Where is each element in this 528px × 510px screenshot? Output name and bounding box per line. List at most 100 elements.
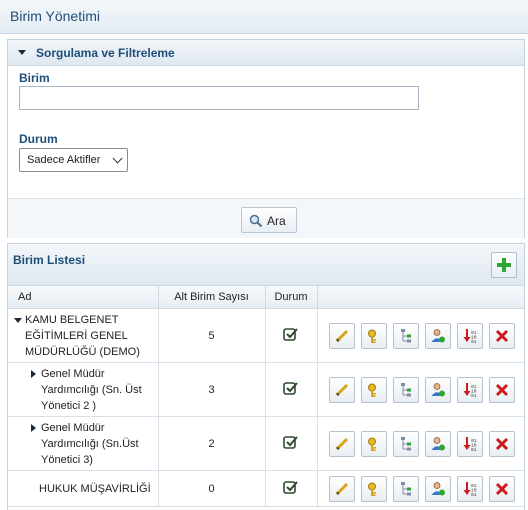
search-button[interactable]: Ara	[241, 207, 297, 233]
filter-panel: Sorgulama ve Filtreleme Birim Durum Sade…	[7, 39, 525, 238]
chevron-down-icon	[112, 153, 123, 164]
key-button[interactable]	[360, 475, 387, 502]
binary-export-button[interactable]: 01 10 01	[456, 376, 483, 403]
table-row[interactable]: KAMU BELGENET EĞİTİMLERİ GENEL MÜDÜRLÜĞÜ…	[8, 308, 524, 363]
delete-icon	[494, 436, 510, 452]
org-chart-icon	[398, 436, 414, 452]
edit-button[interactable]	[328, 430, 355, 457]
unit-name-cell: Genel Müdür Yardımcılığı (Sn.Üst Yönetic…	[8, 416, 159, 471]
expand-triangle-icon[interactable]	[31, 423, 36, 432]
search-button-label: Ara	[267, 214, 286, 228]
list-title: Birim Listesi	[13, 253, 86, 267]
list-panel: Birim Listesi Ad Alt Birim Sayısı Durum …	[7, 243, 525, 510]
key-button[interactable]	[360, 376, 387, 403]
birim-input[interactable]	[19, 86, 419, 110]
binary-export-button[interactable]: 01 10 01	[456, 430, 483, 457]
unit-name-cell: KAMU BELGENET EĞİTİMLERİ GENEL MÜDÜRLÜĞÜ…	[8, 308, 159, 363]
table-row[interactable]: HUKUK MÜŞAVİRLİĞİ 0 01 10 01	[8, 470, 524, 507]
collapse-triangle-icon[interactable]	[18, 50, 26, 55]
table-header-row: Ad Alt Birim Sayısı Durum	[8, 286, 524, 309]
org-chart-button[interactable]	[392, 322, 419, 349]
key-icon	[366, 382, 382, 398]
durum-select[interactable]: Sadece Aktifler	[19, 148, 128, 172]
user-assign-button[interactable]	[424, 376, 451, 403]
edit-icon	[334, 328, 350, 344]
edit-button[interactable]	[328, 376, 355, 403]
edit-button[interactable]	[328, 322, 355, 349]
org-chart-icon	[398, 481, 414, 497]
birim-label: Birim	[19, 71, 50, 85]
filter-panel-title: Sorgulama ve Filtreleme	[36, 46, 175, 60]
column-header-name[interactable]: Ad	[8, 286, 159, 309]
unit-name: Genel Müdür Yardımcılığı (Sn. Üst Yöneti…	[41, 367, 142, 412]
user-assign-button[interactable]	[424, 475, 451, 502]
actions-cell: 01 10 01	[317, 308, 524, 363]
column-header-actions	[317, 286, 524, 309]
expand-triangle-icon[interactable]	[31, 369, 36, 378]
binary-export-icon: 01 10 01	[462, 481, 478, 497]
unit-name: HUKUK MÜŞAVİRLİĞİ	[39, 482, 151, 495]
org-chart-button[interactable]	[392, 430, 419, 457]
expand-triangle-icon[interactable]	[14, 317, 22, 323]
table-row[interactable]: Genel Müdür Yardımcılığı (Sn. Üst Yöneti…	[8, 362, 524, 417]
user-assign-icon	[430, 481, 446, 497]
filter-panel-header[interactable]: Sorgulama ve Filtreleme	[8, 40, 524, 66]
delete-icon	[494, 382, 510, 398]
durum-label: Durum	[19, 132, 58, 146]
column-header-status[interactable]: Durum	[265, 286, 318, 309]
key-icon	[366, 481, 382, 497]
binary-export-icon: 01 10 01	[462, 436, 478, 452]
delete-button[interactable]	[488, 322, 515, 349]
unit-table: Ad Alt Birim Sayısı Durum KAMU BELGENET …	[8, 286, 524, 507]
svg-text:01: 01	[471, 393, 477, 398]
user-assign-button[interactable]	[424, 430, 451, 457]
key-button[interactable]	[360, 430, 387, 457]
sub-unit-count: 3	[158, 362, 266, 417]
delete-button[interactable]	[488, 376, 515, 403]
list-panel-header: Birim Listesi	[8, 244, 524, 286]
unit-name-cell: Genel Müdür Yardımcılığı (Sn. Üst Yöneti…	[8, 362, 159, 417]
status-cell	[265, 470, 318, 507]
filter-footer: Ara	[8, 198, 524, 238]
unit-name-cell: HUKUK MÜŞAVİRLİĞİ	[8, 470, 159, 507]
svg-text:01: 01	[471, 339, 477, 344]
binary-export-button[interactable]: 01 10 01	[456, 475, 483, 502]
edit-icon	[334, 382, 350, 398]
sub-unit-count: 0	[158, 470, 266, 507]
checkbox-checked-icon	[283, 381, 299, 399]
user-assign-button[interactable]	[424, 322, 451, 349]
org-chart-button[interactable]	[392, 475, 419, 502]
org-chart-icon	[398, 382, 414, 398]
sub-unit-count: 5	[158, 308, 266, 363]
binary-export-button[interactable]: 01 10 01	[456, 322, 483, 349]
edit-icon	[334, 436, 350, 452]
checkbox-checked-icon	[283, 327, 299, 345]
org-chart-icon	[398, 328, 414, 344]
user-assign-icon	[430, 328, 446, 344]
binary-export-icon: 01 10 01	[462, 328, 478, 344]
sub-unit-count: 2	[158, 416, 266, 471]
svg-text:01: 01	[471, 492, 477, 497]
user-assign-icon	[430, 382, 446, 398]
user-assign-icon	[430, 436, 446, 452]
search-icon	[249, 214, 263, 228]
page-title: Birim Yönetimi	[10, 8, 100, 24]
table-row[interactable]: Genel Müdür Yardımcılığı (Sn.Üst Yönetic…	[8, 416, 524, 471]
delete-button[interactable]	[488, 475, 515, 502]
unit-name: Genel Müdür Yardımcılığı (Sn.Üst Yönetic…	[41, 421, 139, 466]
delete-icon	[494, 481, 510, 497]
binary-export-icon: 01 10 01	[462, 382, 478, 398]
edit-button[interactable]	[328, 475, 355, 502]
actions-cell: 01 10 01	[317, 416, 524, 471]
delete-button[interactable]	[488, 430, 515, 457]
add-unit-button[interactable]	[491, 252, 517, 278]
edit-icon	[334, 481, 350, 497]
plus-icon	[497, 258, 511, 272]
org-chart-button[interactable]	[392, 376, 419, 403]
key-button[interactable]	[360, 322, 387, 349]
svg-text:01: 01	[471, 447, 477, 452]
checkbox-checked-icon	[283, 480, 299, 498]
durum-selected-value: Sadece Aktifler	[27, 154, 101, 166]
column-header-sub-count[interactable]: Alt Birim Sayısı	[158, 286, 266, 309]
status-cell	[265, 308, 318, 363]
